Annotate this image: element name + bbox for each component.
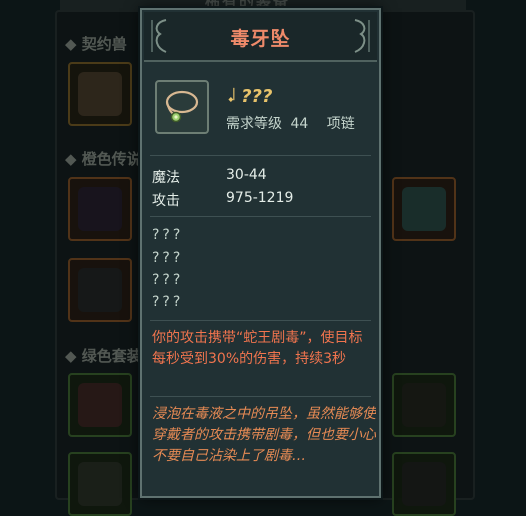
- section-label-pet: ◆ 契约兽: [65, 35, 127, 53]
- inventory-slot[interactable]: [68, 177, 132, 241]
- quality-icon: 𝆺𝅥: [228, 86, 235, 107]
- effect-description: 你的攻击携带“蛇王剧毒”，使目标每秒受到30%的伤害，持续3秒: [152, 330, 363, 367]
- inventory-slot[interactable]: [68, 373, 132, 437]
- inventory-slot[interactable]: [68, 452, 132, 516]
- divider: [150, 320, 371, 321]
- inventory-slot[interactable]: [68, 62, 132, 126]
- tooltip-header: 毒牙坠: [144, 12, 377, 62]
- divider: [150, 396, 371, 397]
- inventory-slot[interactable]: [68, 258, 132, 322]
- stat-value-attack: 975-1219: [226, 190, 294, 206]
- inventory-slot[interactable]: [392, 452, 456, 516]
- inventory-slot[interactable]: [392, 177, 456, 241]
- section-label-green: ◆ 绿色套装: [65, 347, 142, 365]
- unknown-attribute: ???: [152, 250, 184, 266]
- stat-label-attack: 攻击: [152, 193, 180, 209]
- ornament-right-icon: [354, 19, 370, 53]
- flavor-text: 浸泡在毒液之中的吊坠，虽然能够使穿戴者的攻击携带剧毒，但也要小心不要自己沾染上了…: [152, 406, 376, 464]
- stat-value-magic: 30-44: [226, 167, 267, 183]
- unknown-attribute: ???: [152, 227, 184, 243]
- unknown-attribute: ???: [152, 272, 184, 288]
- item-tooltip: 毒牙坠 𝆺𝅥 ??? 需求等级 44 项链 魔法 30-44 攻击 975-12…: [140, 8, 381, 498]
- inventory-slot[interactable]: [392, 373, 456, 437]
- requirement-level: 44: [290, 116, 309, 132]
- item-type: 项链: [326, 116, 355, 132]
- requirement-label: 需求等级: [226, 116, 282, 132]
- stat-label-magic: 魔法: [152, 170, 180, 186]
- item-name: 𝆺𝅥 ???: [228, 86, 272, 107]
- divider: [150, 216, 371, 217]
- unknown-attribute: ???: [152, 294, 184, 310]
- item-name-text: ???: [241, 86, 273, 107]
- item-title: 毒牙坠: [230, 28, 291, 50]
- requirement-row: 需求等级 44 项链: [226, 113, 359, 133]
- section-label-orange: ◆ 橙色传说: [65, 150, 142, 168]
- divider: [150, 155, 371, 156]
- necklace-icon: [155, 80, 209, 134]
